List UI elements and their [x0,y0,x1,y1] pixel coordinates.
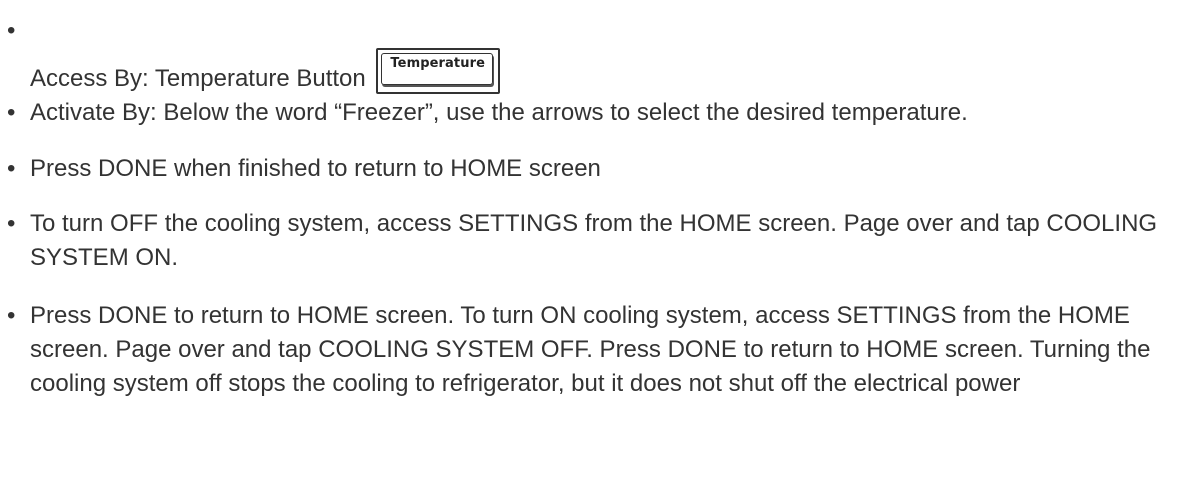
list-item-text: Press DONE to return to HOME screen. To … [30,302,1151,397]
list-item-text: Activate By: Below the word “Freezer”, u… [30,99,968,126]
list-item-text: Press DONE when finished to return to HO… [30,155,601,182]
bullet-marker: • [7,302,16,329]
bullet-marker: • [7,155,16,182]
list-item-access-by: • Access By: Temperature Button Temperatu… [7,17,1177,96]
access-by-text: Access By: Temperature Button [30,65,366,92]
bullet-marker: • [7,17,16,44]
temperature-button-image: Temperature [375,48,500,94]
bullet-marker: • [7,99,16,126]
list-item-press-done: • Press DONE when finished to return to … [7,152,1177,186]
list-item-turn-on: • Press DONE to return to HOME screen. T… [7,299,1177,401]
bullet-marker: • [7,210,16,237]
list-item-text: Access By: Temperature Button Temperature [30,26,1177,96]
list-item-turn-off: • To turn OFF the cooling system, access… [7,207,1177,275]
list-item-activate-by: • Activate By: Below the word “Freezer”,… [7,96,1177,130]
list-item-text: To turn OFF the cooling system, access S… [30,210,1158,271]
temperature-button-label: Temperature [390,56,486,71]
